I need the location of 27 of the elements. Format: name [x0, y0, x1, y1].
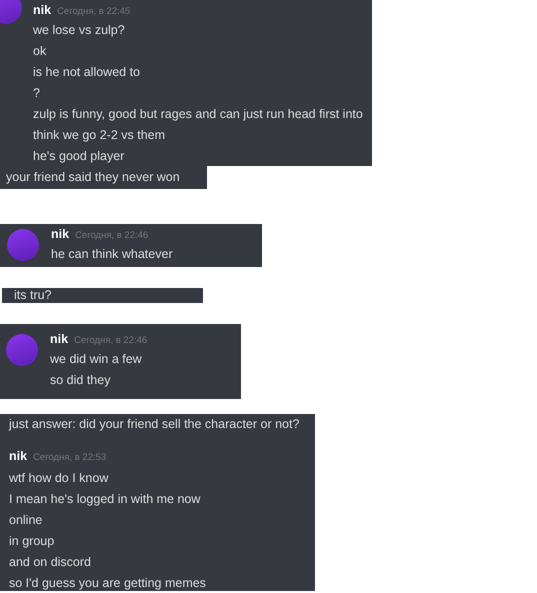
message-text: he can think whatever: [51, 246, 173, 263]
timestamp: Сегодня, в 22:53: [33, 451, 106, 465]
timestamp: Сегодня, в 22:46: [74, 334, 148, 348]
message-text: wtf how do I know: [9, 470, 108, 487]
message-text: your friend said they never won: [6, 169, 180, 186]
message-text: so did they: [50, 372, 110, 389]
message-text: think we go 2-2 vs them: [33, 127, 166, 144]
message-text: zulp is funny, good but rages and can just run head first into: [33, 106, 363, 123]
message-text: in group: [9, 533, 54, 550]
message-text: ok: [33, 43, 46, 60]
message-text: ?: [33, 85, 40, 102]
message-text: we lose vs zulp?: [33, 22, 125, 39]
message-text: is he not allowed to: [33, 64, 140, 81]
message-text: he's good player: [33, 148, 124, 165]
message-text: online: [9, 512, 42, 529]
username: nik: [33, 2, 52, 18]
message-text: just answer: did your friend sell the character or not?: [9, 416, 300, 433]
timestamp: Сегодня, в 22:45: [57, 5, 130, 19]
timestamp: Сегодня, в 22:46: [75, 229, 148, 243]
message-text: its tru?: [14, 288, 52, 303]
username: nik: [50, 331, 68, 347]
message-text: and on discord: [9, 554, 92, 571]
message-text: so I'd guess you are getting memes: [9, 575, 206, 591]
username: nik: [9, 448, 28, 464]
username: nik: [51, 226, 70, 242]
message-text: I mean he's logged in with me now: [9, 491, 200, 508]
message-text: we did win a few: [50, 351, 142, 368]
